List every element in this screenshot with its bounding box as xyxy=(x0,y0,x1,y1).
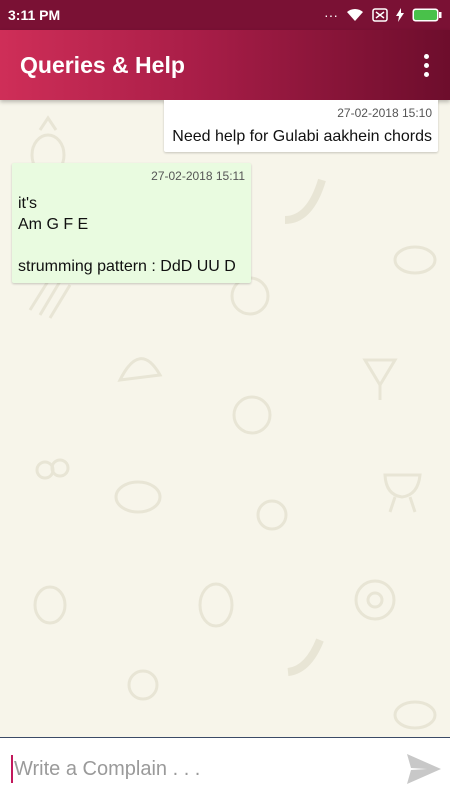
page-title: Queries & Help xyxy=(20,51,185,78)
status-time: 3:11 PM xyxy=(8,7,61,23)
send-icon xyxy=(407,754,441,784)
wifi-icon xyxy=(346,8,364,22)
status-bar: 3:11 PM ··· xyxy=(0,0,450,30)
battery-icon xyxy=(412,8,442,22)
message-timestamp: 27-02-2018 15:11 xyxy=(151,169,245,183)
status-dots: ··· xyxy=(324,7,338,23)
message-incoming: 27-02-2018 15:11 it's Am G F E strumming… xyxy=(12,163,251,283)
charging-icon xyxy=(396,8,404,22)
message-text: Need help for Gulabi aakhein chords xyxy=(172,128,432,145)
no-sim-icon xyxy=(372,8,388,22)
message-composer xyxy=(0,737,450,800)
status-icons: ··· xyxy=(324,7,442,23)
complaint-input[interactable] xyxy=(13,748,398,790)
app-bar: Queries & Help xyxy=(0,30,450,100)
message-outgoing: 27-02-2018 15:10 Need help for Gulabi aa… xyxy=(164,100,438,152)
message-text: it's Am G F E strumming pattern : DdD UU… xyxy=(18,195,236,275)
message-timestamp: 27-02-2018 15:10 xyxy=(337,106,432,120)
send-button[interactable] xyxy=(398,744,450,794)
overflow-menu-icon[interactable] xyxy=(414,45,438,85)
chat-area[interactable]: 27-02-2018 15:10 Need help for Gulabi aa… xyxy=(0,100,450,737)
